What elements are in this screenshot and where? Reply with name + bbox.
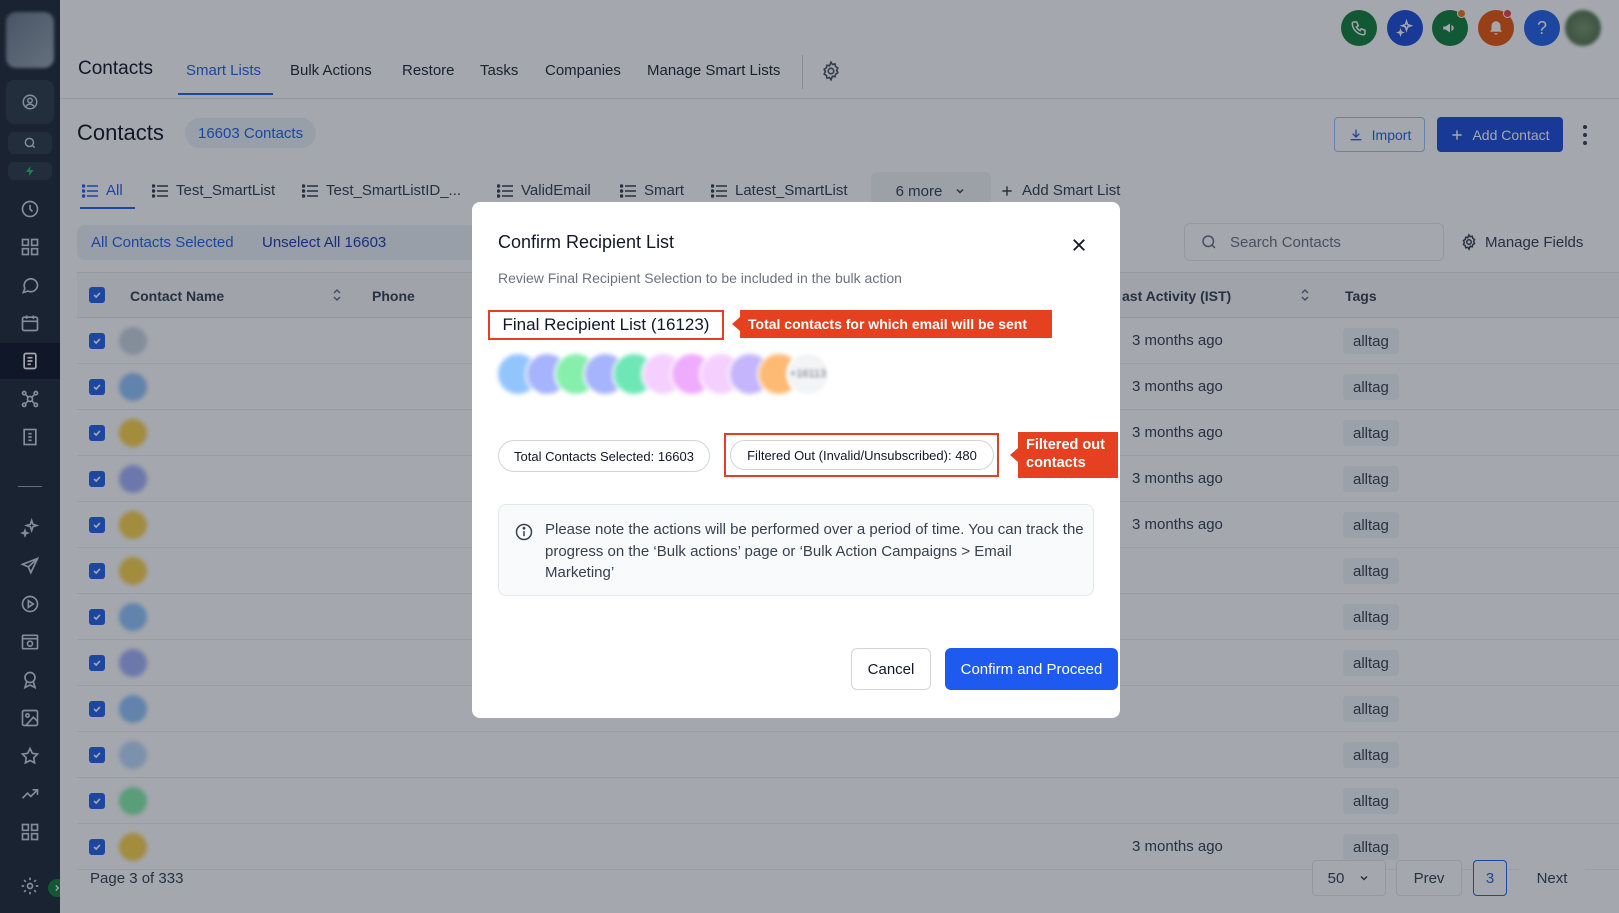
modal-title: Confirm Recipient List [498, 232, 675, 252]
cancel-button[interactable]: Cancel [851, 648, 931, 690]
callout-filtered-out: Filtered out contacts [1010, 432, 1118, 478]
callout-total-contacts: Total contacts for which email will be s… [732, 310, 1052, 338]
callout-arrow [1010, 448, 1018, 462]
callout-arrow [732, 317, 740, 331]
recipient-avatar-stack: +16113 [496, 352, 836, 398]
final-recipient-list-label: Final Recipient List (16123) [488, 310, 724, 340]
total-selected-badge: Total Contacts Selected: 16603 [498, 440, 710, 472]
info-icon [515, 523, 533, 541]
info-notice: Please note the actions will be performe… [498, 504, 1094, 596]
filtered-out-badge: Filtered Out (Invalid/Unsubscribed): 480 [730, 440, 994, 470]
confirm-recipient-modal: Confirm Recipient List Review Final Reci… [472, 202, 1120, 718]
info-message: Please note the actions will be performe… [545, 521, 1084, 581]
modal-subtitle: Review Final Recipient Selection to be i… [498, 270, 902, 286]
close-icon[interactable] [1070, 236, 1088, 254]
confirm-and-proceed-button[interactable]: Confirm and Proceed [945, 648, 1118, 690]
more-recipients-badge: +16113 [786, 352, 830, 396]
